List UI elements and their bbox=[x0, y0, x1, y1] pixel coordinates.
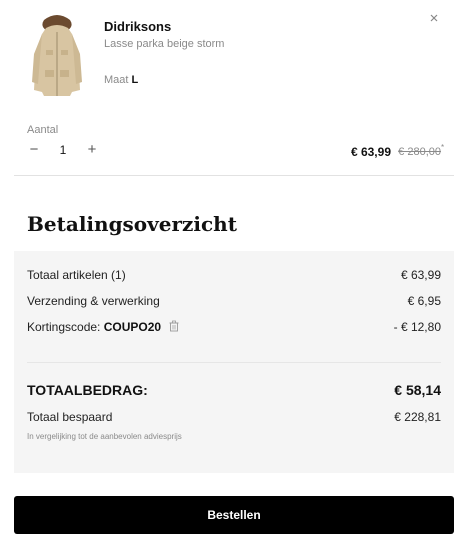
summary-title: Betalingsoverzicht bbox=[27, 212, 237, 236]
summary-row-label: Totaal artikelen (1) bbox=[27, 268, 126, 282]
quantity-decrease-button[interactable]: − bbox=[26, 141, 42, 159]
discount-row: Kortingscode: COUPO20 bbox=[27, 320, 180, 334]
quantity-label: Aantal bbox=[27, 124, 59, 136]
total-value: € 58,14 bbox=[394, 382, 441, 398]
discount-code: COUPO20 bbox=[103, 320, 162, 334]
close-icon[interactable] bbox=[424, 8, 444, 28]
savings-note: In vergelijking tot de aanbevolen advies… bbox=[27, 432, 182, 441]
divider bbox=[14, 175, 454, 176]
original-price: € 280,00 bbox=[398, 146, 441, 158]
saved-label: Totaal bespaard bbox=[27, 410, 113, 424]
order-button[interactable]: Bestellen bbox=[14, 496, 454, 534]
product-size: Maat L bbox=[104, 74, 138, 86]
product-brand: Didriksons bbox=[104, 19, 172, 34]
trash-icon[interactable] bbox=[168, 320, 180, 332]
quantity-increase-button[interactable]: + bbox=[84, 141, 100, 159]
discount-value: - € 12,80 bbox=[393, 320, 441, 334]
total-label: TOTAALBEDRAG: bbox=[27, 382, 148, 398]
summary-row-label: Verzending & verwerking bbox=[27, 294, 160, 308]
saved-value: € 228,81 bbox=[394, 410, 441, 424]
product-image bbox=[22, 12, 92, 102]
size-label: Maat bbox=[104, 74, 129, 86]
quantity-value[interactable]: 1 bbox=[56, 143, 70, 157]
product-name: Lasse parka beige storm bbox=[104, 38, 225, 50]
summary-row-value: € 6,95 bbox=[407, 294, 441, 308]
summary-row-value: € 63,99 bbox=[400, 268, 441, 282]
current-price: € 63,99 bbox=[350, 145, 391, 159]
discount-label: Kortingscode: bbox=[27, 320, 101, 334]
size-value: L bbox=[131, 74, 139, 86]
divider bbox=[27, 362, 441, 363]
price-footnote-marker: * bbox=[441, 143, 445, 152]
